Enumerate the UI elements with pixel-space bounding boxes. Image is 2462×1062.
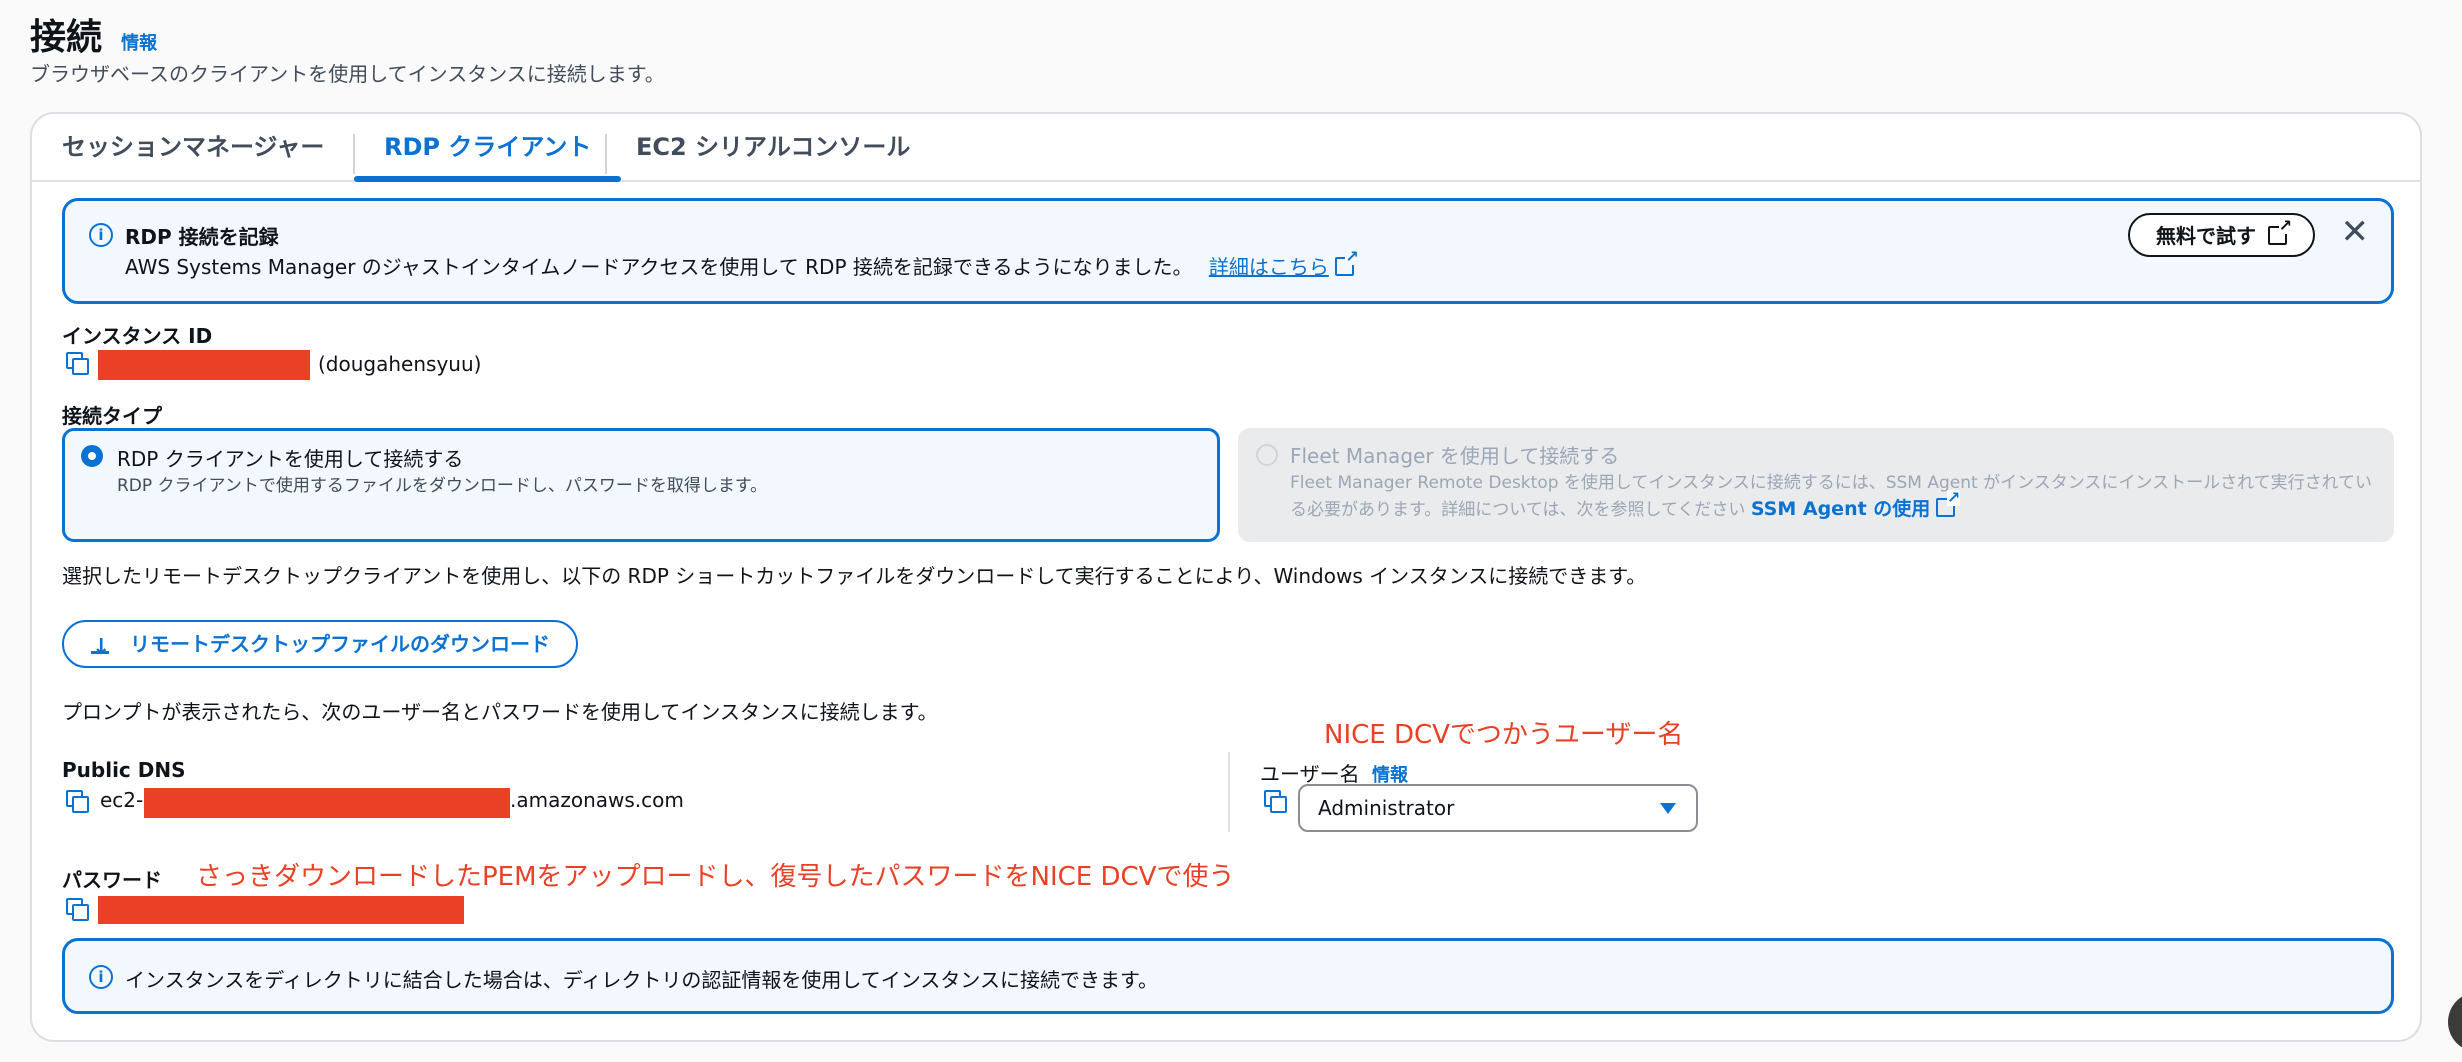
instructions-text: 選択したリモートデスクトップクライアントを使用し、以下の RDP ショートカット…: [62, 564, 1647, 588]
radio-selected[interactable]: [81, 445, 103, 467]
rdp-record-alert: i RDP 接続を記録 AWS Systems Manager のジャストインタ…: [62, 198, 2394, 304]
copy-icon[interactable]: [66, 352, 89, 375]
rdp-client-option[interactable]: RDP クライアントを使用して接続する RDP クライアントで使用するファイルを…: [62, 428, 1220, 542]
username-label: ユーザー名 情報: [1260, 758, 1408, 787]
directory-alert: i インスタンスをディレクトリに結合した場合は、ディレクトリの認証情報を使用して…: [62, 938, 2394, 1014]
redacted-password: [98, 896, 464, 924]
external-link-icon: [1334, 249, 1359, 276]
option-title: RDP クライアントを使用して接続する: [117, 447, 464, 471]
info-link[interactable]: 情報: [121, 33, 157, 54]
instance-id-label: インスタンス ID: [62, 324, 213, 348]
option-desc: RDP クライアントで使用するファイルをダウンロードし、パスワードを取得します。: [117, 476, 768, 496]
page-description: ブラウザベースのクライアントを使用してインスタンスに接続します。: [30, 62, 665, 86]
page-title: 接続: [30, 17, 103, 58]
page-header: 接続 情報: [30, 8, 157, 60]
alert-title: RDP 接続を記録: [125, 225, 279, 249]
username-label-text: ユーザー名: [1260, 762, 1360, 786]
copy-icon[interactable]: [66, 898, 89, 921]
close-icon[interactable]: ✕: [2341, 215, 2370, 249]
connect-panel: セッションマネージャー RDP クライアント EC2 シリアルコンソール i R…: [30, 112, 2422, 1042]
tab-rdp-client[interactable]: RDP クライアント: [354, 128, 622, 182]
info-icon: i: [89, 965, 113, 989]
dns-suffix: .amazonaws.com: [510, 788, 684, 812]
password-annotation: さっきダウンロードしたPEMをアップロードし、復号したパスワードをNICE DC…: [196, 862, 1235, 892]
redacted-dns: [144, 788, 510, 818]
copy-icon[interactable]: [1264, 790, 1287, 813]
caret-down-icon: [1660, 803, 1676, 814]
ssm-agent-link[interactable]: SSM Agent の使用: [1751, 498, 1930, 520]
try-free-label: 無料で試す: [2156, 224, 2256, 248]
download-rdp-file-button[interactable]: リモートデスクトップファイルのダウンロード: [62, 620, 578, 670]
alert-body-text: AWS Systems Manager のジャストインタイムノードアクセスを使用…: [125, 255, 1193, 279]
external-link-icon: [2268, 218, 2292, 245]
public-dns-label: Public DNS: [62, 758, 186, 782]
try-free-button[interactable]: 無料で試す: [2128, 213, 2315, 257]
tab-session-manager[interactable]: セッションマネージャー: [32, 128, 354, 180]
option-title: Fleet Manager を使用して接続する: [1290, 444, 1620, 468]
tab-bar: セッションマネージャー RDP クライアント EC2 シリアルコンソール: [32, 114, 2420, 182]
username-info-link[interactable]: 情報: [1372, 765, 1408, 786]
option-desc-container: Fleet Manager Remote Desktop を使用してインスタンス…: [1290, 470, 2376, 523]
download-icon: [90, 626, 110, 670]
download-label: リモートデスクトップファイルのダウンロード: [130, 632, 550, 656]
username-select[interactable]: Administrator: [1298, 784, 1698, 832]
dns-prefix: ec2-: [100, 788, 144, 812]
connection-type-label: 接続タイプ: [62, 404, 162, 428]
radio-disabled: [1256, 444, 1278, 466]
copy-icon[interactable]: [66, 790, 89, 813]
prompt-text: プロンプトが表示されたら、次のユーザー名とパスワードを使用してインスタンスに接続…: [62, 700, 938, 724]
username-annotation: NICE DCVでつかうユーザー名: [1324, 720, 1684, 750]
floating-button[interactable]: [2448, 992, 2462, 1052]
fleet-manager-option: Fleet Manager を使用して接続する Fleet Manager Re…: [1238, 428, 2394, 542]
password-label: パスワード: [62, 868, 162, 892]
username-value: Administrator: [1318, 796, 1455, 820]
directory-alert-body: インスタンスをディレクトリに結合した場合は、ディレクトリの認証情報を使用してイン…: [125, 968, 1158, 992]
info-icon: i: [89, 223, 113, 247]
learn-more-link[interactable]: 詳細はこちら: [1209, 255, 1329, 279]
column-divider: [1228, 752, 1230, 832]
external-link-icon: [1936, 490, 1961, 517]
tab-ec2-serial-console[interactable]: EC2 シリアルコンソール: [606, 128, 940, 180]
alert-body: AWS Systems Manager のジャストインタイムノードアクセスを使用…: [125, 249, 1359, 280]
instance-name: (dougahensyuu): [318, 352, 482, 376]
redacted-instance-id: [98, 350, 310, 380]
